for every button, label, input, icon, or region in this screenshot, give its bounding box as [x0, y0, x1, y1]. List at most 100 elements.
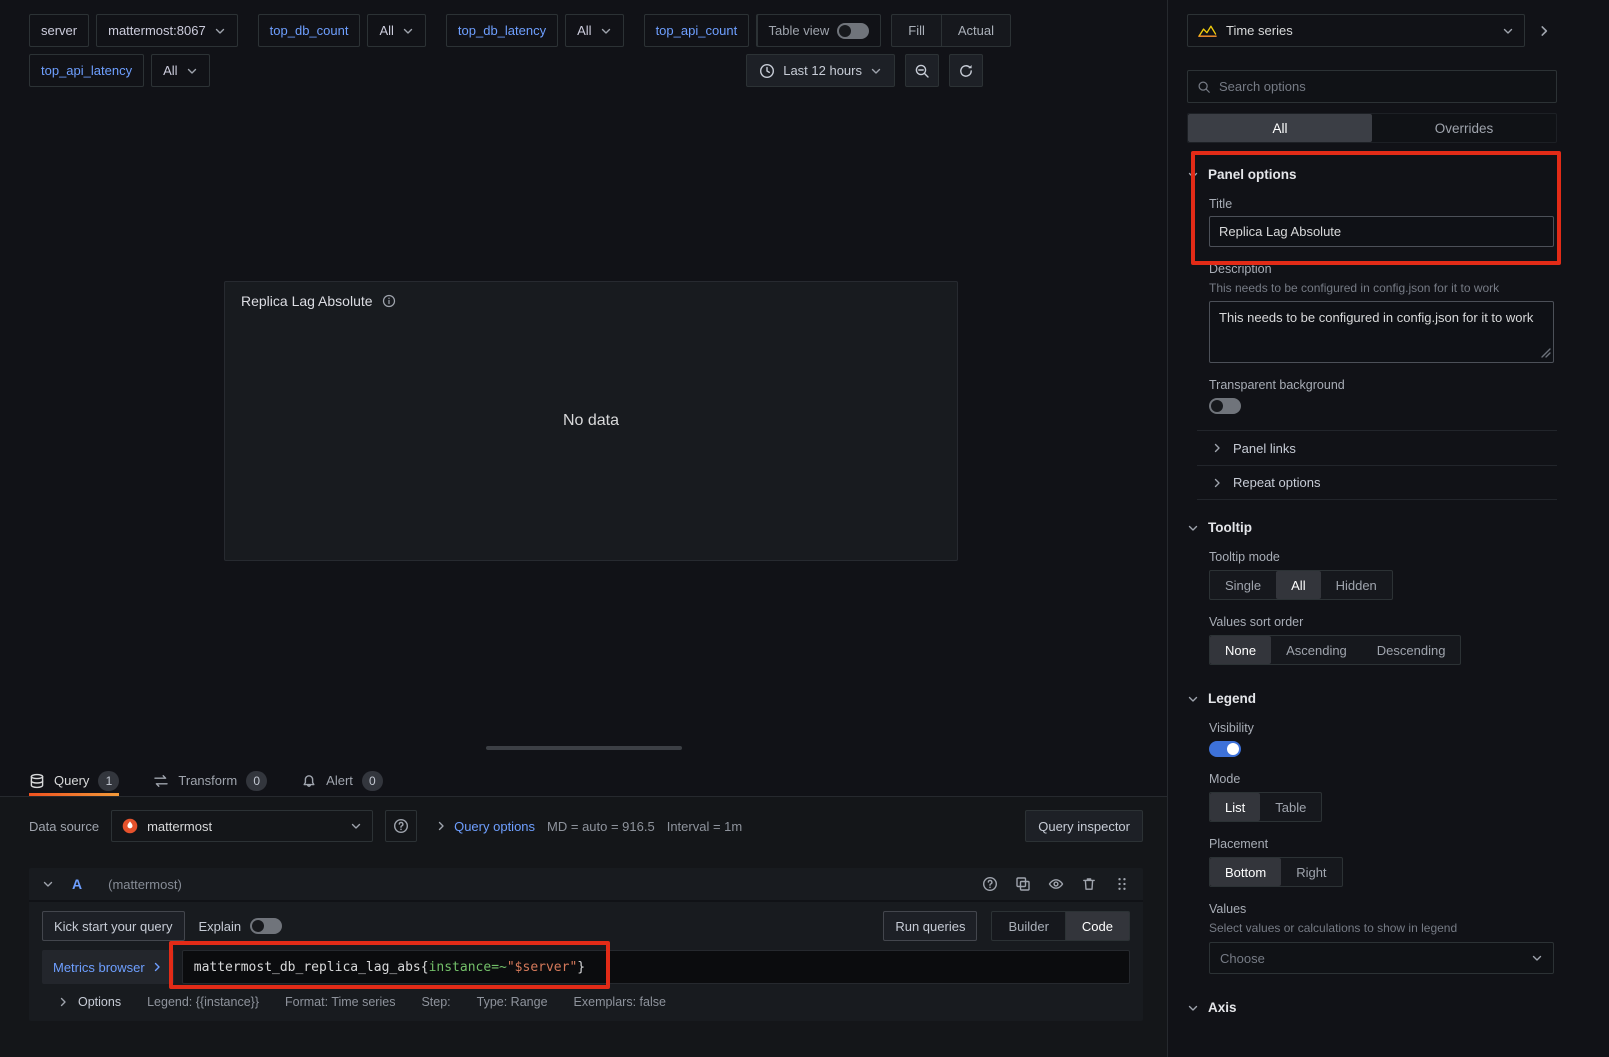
run-queries-label: Run queries	[895, 919, 965, 934]
variable-label-text: server	[41, 23, 77, 38]
chevron-down-icon[interactable]	[42, 878, 54, 890]
tab-label: Alert	[326, 773, 353, 788]
values-sort-order-label: Values sort order	[1209, 615, 1557, 629]
visualization-picker[interactable]: Time series	[1187, 14, 1525, 47]
transform-icon	[153, 773, 169, 789]
pane-resize-handle[interactable]	[486, 746, 682, 750]
kick-start-label: Kick start your query	[54, 919, 173, 934]
tab-alert[interactable]: Alert 0	[301, 765, 383, 796]
sort-descending[interactable]: Descending	[1362, 636, 1461, 664]
run-queries-button[interactable]: Run queries	[883, 911, 977, 941]
builder-code-group: Builder Code	[991, 911, 1130, 941]
options-search-input[interactable]	[1219, 79, 1547, 94]
legend-placement-right[interactable]: Right	[1281, 858, 1341, 886]
section-axis[interactable]: Axis	[1187, 1000, 1557, 1015]
sort-ascending[interactable]: Ascending	[1271, 636, 1362, 664]
actual-option[interactable]: Actual	[942, 15, 1010, 46]
tooltip-mode-hidden[interactable]: Hidden	[1321, 571, 1392, 599]
variable-dropdown-top-db-latency[interactable]: All	[565, 14, 623, 47]
no-data-message: No data	[225, 282, 957, 560]
promql-metric: mattermost_db_replica_lag_abs{	[194, 960, 429, 975]
panel-description-textarea[interactable]: This needs to be configured in config.js…	[1209, 301, 1554, 363]
metrics-browser-button[interactable]: Metrics browser	[42, 950, 174, 984]
chevron-right-icon	[1211, 442, 1223, 454]
section-tooltip[interactable]: Tooltip	[1187, 520, 1557, 535]
variable-dropdown-server[interactable]: mattermost:8067	[96, 14, 238, 47]
panel-title-input[interactable]	[1209, 216, 1554, 247]
trash-icon[interactable]	[1081, 876, 1097, 892]
format-text: Format: Time series	[285, 995, 395, 1009]
legend-mode-table[interactable]: Table	[1260, 793, 1321, 821]
datasource-select[interactable]: mattermost	[111, 810, 373, 842]
time-range-picker[interactable]: Last 12 hours	[746, 54, 895, 87]
tab-all[interactable]: All	[1188, 114, 1372, 142]
drag-handle-icon[interactable]	[1114, 876, 1130, 892]
explain-control: Explain	[199, 918, 283, 934]
legend-placement-bottom[interactable]: Bottom	[1210, 858, 1281, 886]
variable-group-server: server mattermost:8067	[29, 14, 238, 47]
chevron-down-icon	[350, 820, 362, 832]
duplicate-icon[interactable]	[1015, 876, 1031, 892]
builder-option[interactable]: Builder	[992, 912, 1065, 940]
section-title: Legend	[1208, 691, 1256, 706]
options-toggle[interactable]: Options	[57, 995, 121, 1009]
tooltip-mode-single[interactable]: Single	[1210, 571, 1276, 599]
promql-label-value: "$server"	[507, 960, 577, 975]
zoom-out-button[interactable]	[905, 54, 939, 87]
options-search	[1187, 70, 1557, 103]
values-sort-order-group: None Ascending Descending	[1209, 635, 1461, 665]
toolbar-row-2: top_api_latency All Last 12 hours	[29, 54, 1167, 87]
section-legend[interactable]: Legend	[1187, 691, 1557, 706]
repeat-options-section[interactable]: Repeat options	[1197, 465, 1557, 500]
kick-start-button[interactable]: Kick start your query	[42, 911, 185, 941]
tab-overrides[interactable]: Overrides	[1372, 114, 1556, 142]
variable-label-text: top_api_count	[656, 23, 738, 38]
legend-visibility-toggle[interactable]	[1209, 741, 1241, 757]
variable-dropdown-top-api-latency[interactable]: All	[151, 54, 209, 87]
tooltip-mode-all[interactable]: All	[1276, 571, 1320, 599]
main-area: server mattermost:8067 top_db_count All	[0, 0, 1167, 1057]
collapse-pane-button[interactable]	[1531, 14, 1557, 47]
legend-mode-list[interactable]: List	[1210, 793, 1260, 821]
collapsible-sections: Panel links Repeat options	[1197, 430, 1557, 500]
chevron-down-icon	[600, 25, 612, 37]
tab-transform[interactable]: Transform 0	[153, 765, 267, 796]
chevron-right-icon	[151, 961, 163, 973]
code-option[interactable]: Code	[1066, 912, 1129, 940]
table-view-toggle[interactable]	[837, 23, 869, 39]
query-editor-pane: Query 1 Transform 0 Alert 0 Data source	[0, 765, 1167, 1057]
section-panel-options[interactable]: Panel options	[1187, 167, 1557, 182]
toolbar-row-1: server mattermost:8067 top_db_count All	[29, 14, 1167, 47]
query-inspector-button[interactable]: Query inspector	[1025, 810, 1143, 842]
query-row-header[interactable]: A (mattermost)	[29, 868, 1143, 902]
query-row-actions	[982, 876, 1130, 892]
variable-group-top-api-latency: top_api_latency All	[29, 54, 210, 87]
promql-operator: =~	[491, 960, 507, 975]
chevron-down-icon	[186, 65, 198, 77]
chevron-right-icon	[435, 820, 447, 832]
variable-label-text: top_db_latency	[458, 23, 546, 38]
help-circle-icon[interactable]	[982, 876, 998, 892]
visualization-row: Time series	[1187, 14, 1557, 47]
promql-query-input[interactable]: mattermost_db_replica_lag_abs{instance=~…	[182, 950, 1130, 984]
transparent-background-toggle[interactable]	[1209, 398, 1241, 414]
explain-toggle[interactable]	[250, 918, 282, 934]
section-title: Panel options	[1208, 167, 1297, 182]
fill-option[interactable]: Fill	[892, 15, 942, 46]
refresh-button[interactable]	[949, 54, 983, 87]
sort-none[interactable]: None	[1210, 636, 1271, 664]
datasource-help-button[interactable]	[385, 810, 417, 842]
chevron-down-icon	[1531, 952, 1543, 964]
variable-value-text: All	[379, 23, 393, 38]
panel-links-section[interactable]: Panel links	[1197, 430, 1557, 465]
tooltip-mode-group: Single All Hidden	[1209, 570, 1393, 600]
options-label: Options	[78, 995, 121, 1009]
legend-format-text: Legend: {{instance}}	[147, 995, 259, 1009]
variable-dropdown-top-db-count[interactable]: All	[367, 14, 425, 47]
tab-query[interactable]: Query 1	[29, 765, 119, 796]
query-options-row: Options Legend: {{instance}} Format: Tim…	[42, 995, 1130, 1009]
eye-icon[interactable]	[1048, 876, 1064, 892]
query-card: A (mattermost) Kick start your query	[29, 868, 1143, 1021]
query-options-toggle[interactable]: Query options	[435, 819, 535, 834]
legend-values-select[interactable]: Choose	[1209, 942, 1554, 974]
